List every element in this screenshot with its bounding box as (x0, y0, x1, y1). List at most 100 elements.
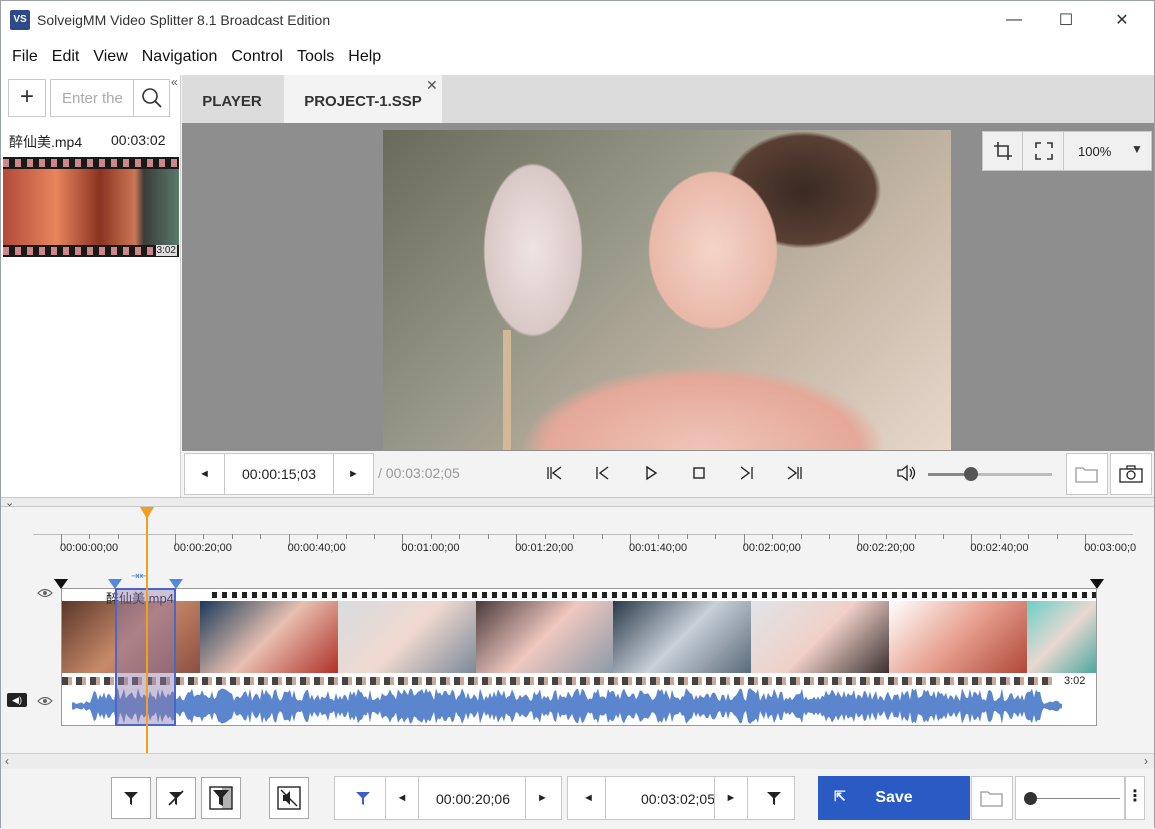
total-duration: / 00:03:02;05 (378, 465, 460, 481)
minimize-button[interactable]: — (991, 1, 1037, 39)
crop-icon[interactable] (983, 132, 1023, 170)
search-input[interactable] (51, 80, 131, 116)
next-keyframe-icon[interactable] (784, 462, 806, 484)
ruler-minor-tick (459, 534, 461, 539)
audio-waveform (72, 688, 1062, 724)
menu-view[interactable]: View (86, 48, 134, 66)
fragment-start-group: ◄ 00:00:20;06 ► (334, 776, 562, 820)
thumbnail-image (3, 169, 179, 245)
ruler-tick-label: 00:03:00;0 (1084, 542, 1137, 554)
tab-project[interactable]: PROJECT-1.SSP (284, 75, 442, 123)
panel-splitter[interactable]: ⌄ (1, 497, 1154, 509)
menu-edit[interactable]: Edit (45, 48, 87, 66)
menu-navigation[interactable]: Navigation (135, 48, 225, 66)
audio-visibility-eye-icon[interactable] (37, 695, 53, 710)
menu-help[interactable]: Help (341, 48, 388, 66)
ruler-minor-tick (1056, 534, 1058, 539)
start-time-next-button[interactable]: ► (525, 777, 559, 819)
track-frame (889, 601, 1028, 673)
timeline-scrollbar[interactable]: ‹ › (1, 753, 1154, 769)
output-folder-icon[interactable] (971, 776, 1013, 820)
video-frame[interactable] (383, 130, 951, 450)
current-time[interactable]: 00:00:15;03 (227, 466, 331, 482)
stop-icon[interactable] (688, 462, 710, 484)
window-title: SolveigMM Video Splitter 8.1 Broadcast E… (37, 12, 331, 28)
ruler-minor-tick (601, 534, 603, 539)
zoom-dropdown-icon[interactable]: ▼ (1131, 142, 1143, 156)
next-frame-icon[interactable] (736, 462, 758, 484)
add-file-button[interactable]: + (8, 79, 46, 117)
film-perforation (3, 247, 179, 255)
title-bar: VS SolveigMM Video Splitter 8.1 Broadcas… (1, 1, 1154, 39)
scroll-right-icon[interactable]: › (1144, 754, 1148, 768)
invert-selection-filter-icon[interactable] (201, 777, 241, 819)
ruler-minor-tick (686, 534, 688, 539)
menu-file[interactable]: File (5, 48, 45, 66)
end-time-prev-button[interactable]: ◄ (572, 777, 606, 819)
maximize-button[interactable]: ☐ (1043, 1, 1089, 39)
remove-marker-filter-icon[interactable] (156, 777, 196, 819)
add-marker-filter-icon[interactable] (111, 777, 151, 819)
volume-slider[interactable] (928, 467, 1052, 481)
end-time-next-button[interactable]: ► (714, 777, 748, 819)
fragment-start-time[interactable]: 00:00:20;06 (421, 791, 525, 807)
start-time-prev-button[interactable]: ◄ (385, 777, 419, 819)
ruler-minor-tick (231, 534, 233, 539)
app-logo-icon: VS (10, 10, 30, 30)
selection-start-marker[interactable] (108, 579, 122, 589)
mute-video-icon[interactable] (269, 777, 309, 819)
bottom-toolbar: ◄ 00:00:20;06 ► ◄ 00:03:02;05 ► ⇱ Save ⋮ (1, 769, 1154, 829)
tab-project-label: PROJECT-1.SSP (304, 93, 422, 110)
menu-control[interactable]: Control (224, 48, 290, 66)
tab-player[interactable]: PLAYER (182, 75, 282, 123)
search-icon[interactable] (133, 80, 169, 116)
prev-keyframe-icon[interactable] (543, 462, 565, 484)
zoom-level[interactable]: 100% (1078, 144, 1111, 159)
timeline-ruler (33, 534, 1133, 535)
open-folder-button[interactable] (1066, 453, 1108, 495)
ruler-tick-label: 00:01:20;00 (515, 542, 574, 554)
track-frame (337, 601, 476, 673)
save-button[interactable]: ⇱ Save (818, 776, 970, 820)
save-button-label: Save (875, 789, 913, 806)
video-track[interactable]: 醉仙美.mp4 3:02 (61, 588, 1097, 726)
tab-close-icon[interactable]: ✕ (426, 77, 438, 94)
video-content (503, 330, 511, 450)
ruler-tick-label: 00:00:20;00 (173, 542, 232, 554)
snapshot-camera-icon[interactable] (1110, 453, 1152, 495)
media-file-name: 醉仙美.mp4 (9, 134, 83, 150)
timeline-panel[interactable]: 00:00:00;00 00:00:20;00 00:00:40;00 00:01:0… (1, 507, 1154, 769)
audio-speaker-icon[interactable]: ◀) (7, 693, 27, 707)
timeline-zoom-slider[interactable] (1015, 776, 1125, 820)
close-button[interactable]: ✕ (1099, 1, 1145, 39)
prev-frame-icon[interactable] (591, 462, 613, 484)
fragment-end-group: ◄ 00:03:02;05 ► (567, 776, 795, 820)
volume-icon[interactable] (896, 463, 918, 486)
filter-start-icon[interactable] (343, 777, 383, 819)
ruler-minor-tick (914, 534, 916, 539)
ruler-minor-tick (1028, 534, 1030, 539)
media-file-thumbnail[interactable]: 3:02 (3, 157, 179, 257)
ruler-tick-label: 00:00:40;00 (287, 542, 346, 554)
ruler-minor-tick (829, 534, 831, 539)
step-back-button[interactable]: ◄ (185, 454, 225, 494)
more-options-icon[interactable]: ⋮ (1125, 776, 1145, 820)
step-forward-button[interactable]: ► (333, 454, 373, 494)
ruler-minor-tick (942, 534, 944, 539)
transport-bar: ◄ 00:00:15;03 ► / 00:03:02;05 (182, 451, 1154, 497)
filter-end-icon[interactable] (754, 777, 794, 819)
play-icon[interactable] (640, 462, 662, 484)
menu-tools[interactable]: Tools (290, 48, 341, 66)
scroll-left-icon[interactable]: ‹ (5, 754, 9, 768)
fullscreen-icon[interactable] (1024, 132, 1064, 170)
video-visibility-eye-icon[interactable] (37, 587, 53, 602)
collapse-panel-icon[interactable]: « (171, 75, 178, 89)
volume-knob[interactable] (964, 467, 979, 481)
ruler-tick-label: 00:02:00;00 (742, 542, 801, 554)
track-frame (475, 601, 614, 673)
playhead-line (146, 517, 148, 753)
selection-end-marker[interactable] (169, 579, 183, 589)
ruler-tick-label: 00:01:00;00 (401, 542, 460, 554)
zoom-knob[interactable] (1024, 792, 1037, 805)
ruler-minor-tick (430, 534, 432, 539)
